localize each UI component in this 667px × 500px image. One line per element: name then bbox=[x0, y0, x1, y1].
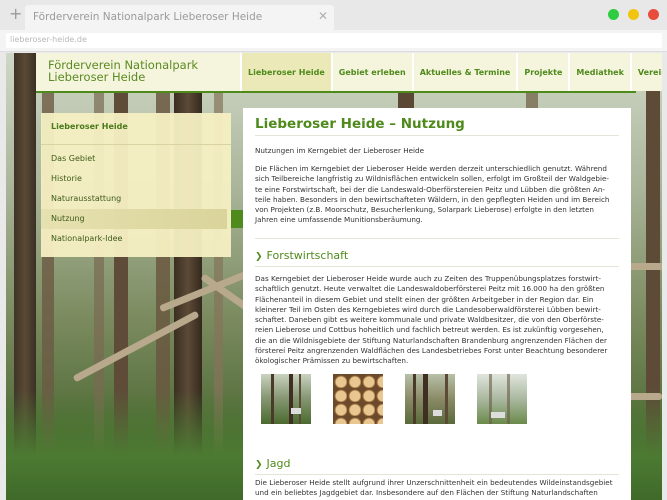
sidebar-item-naturausstattung[interactable]: Naturausstattung bbox=[41, 189, 231, 209]
paragraph-line: schaftlich genutzt. Heute verwaltet die … bbox=[255, 284, 605, 294]
intro-line: Die Flächen im Kerngebiet der Lieberoser… bbox=[255, 164, 607, 173]
paragraph-line: reien Lieberose und Cottbus hoheitlich u… bbox=[255, 325, 604, 335]
nav-projekte[interactable]: Projekte bbox=[516, 53, 569, 91]
photo-thumbnail-2[interactable] bbox=[333, 374, 383, 424]
browser-titlebar: + Förderverein Nationalpark Lieberoser H… bbox=[0, 0, 667, 30]
sidebar-item-nutzung[interactable]: Nutzung bbox=[41, 209, 227, 229]
paragraph-line: förstereí Peitz angrenzenden Waldflächen… bbox=[255, 346, 608, 356]
header-divider bbox=[36, 91, 636, 93]
page-subtitle: Nutzungen im Kerngebiet der Lieberoser H… bbox=[255, 146, 425, 155]
intro-line: teile haben. Besonders in den bewirtscha… bbox=[255, 194, 610, 204]
nav-mediathek[interactable]: Mediathek bbox=[568, 53, 630, 91]
chevron-right-icon: ❯ bbox=[255, 252, 263, 262]
sidebar-divider bbox=[41, 144, 231, 145]
nav-gebiet-erleben[interactable]: Gebiet erleben bbox=[330, 53, 412, 91]
browser-tab[interactable]: Förderverein Nationalpark Lieberoser Hei… bbox=[25, 5, 334, 30]
paragraph-line: Die Lieberoser Heide stellt aufgrund ihr… bbox=[255, 478, 613, 487]
paragraph-line: und ein beliebtes Jagdgebiet dar. Insbes… bbox=[255, 488, 598, 498]
intro-line: sich Teilbereiche langfristig zu Wildnis… bbox=[255, 174, 609, 184]
intro-line: Jahren eine umfassende Munitionsberäumun… bbox=[255, 215, 423, 225]
page-viewport: Förderverein Nationalpark Lieberoser Hei… bbox=[6, 53, 662, 500]
site-header: Förderverein Nationalpark Lieberoser Hei… bbox=[36, 53, 662, 91]
main-content-lower: ❯ Jagd Die Lieberoser Heide stellt aufgru… bbox=[243, 445, 631, 500]
intro-paragraph: Die Flächen im Kerngebiet der Lieberoser… bbox=[255, 164, 621, 226]
nav-verein[interactable]: Verein bbox=[629, 53, 662, 91]
chevron-right-icon: ❯ bbox=[255, 460, 263, 470]
url-text: lieberoser-heide.de bbox=[10, 35, 87, 44]
forstwirtschaft-paragraph: Das Kerngebiet der Lieberoser Heide wurd… bbox=[255, 274, 621, 367]
nav-lieberoser-heide[interactable]: Lieberoser Heide bbox=[240, 53, 331, 91]
sidebar-item-das-gebiet[interactable]: Das Gebiet bbox=[41, 149, 231, 169]
section-jagd[interactable]: ❯ Jagd bbox=[255, 457, 291, 470]
logo-line-2: Lieberoser Heide bbox=[48, 70, 146, 84]
close-tab-icon[interactable]: ✕ bbox=[318, 9, 328, 23]
section-title: Forstwirtschaft bbox=[266, 249, 349, 262]
sidebar-item-nationalpark-idee[interactable]: Nationalpark-Idee bbox=[41, 229, 231, 249]
paragraph-line: schaftet. Daneben gibt es weitere kommun… bbox=[255, 315, 604, 325]
new-tab-button[interactable]: + bbox=[9, 6, 22, 22]
section-title: Jagd bbox=[266, 457, 291, 470]
minimize-window-button[interactable] bbox=[628, 9, 639, 20]
section-divider bbox=[255, 238, 619, 239]
tab-title: Förderverein Nationalpark Lieberoser Hei… bbox=[33, 11, 263, 23]
section-divider bbox=[255, 474, 619, 475]
url-input[interactable]: lieberoser-heide.de bbox=[6, 33, 662, 48]
main-nav: Lieberoser Heide Gebiet erleben Aktuelle… bbox=[240, 53, 662, 91]
section-forstwirtschaft[interactable]: ❯ Forstwirtschaft bbox=[255, 249, 348, 262]
sidebar-title[interactable]: Lieberoser Heide bbox=[51, 122, 128, 131]
title-divider bbox=[255, 135, 619, 136]
intro-line: von Projekten (z.B. Moorschutz, Besucher… bbox=[255, 205, 594, 215]
close-window-button[interactable] bbox=[648, 9, 659, 20]
intro-line: te eine Forstwirtschaft, bei der die Lan… bbox=[255, 184, 605, 194]
paragraph-line: ökologischer Prämissen zu bewirtschaften… bbox=[255, 356, 409, 366]
page-title: Lieberoser Heide – Nutzung bbox=[255, 116, 465, 132]
sidebar-item-historie[interactable]: Historie bbox=[41, 169, 231, 189]
paragraph-line: die an die Wildnisgebiete der Stiftung N… bbox=[255, 335, 607, 345]
photo-thumbnail-1[interactable] bbox=[261, 374, 311, 424]
jagd-paragraph: Die Lieberoser Heide stellt aufgrund ihr… bbox=[255, 478, 621, 499]
photo-thumbnail-4[interactable] bbox=[477, 374, 527, 424]
sidebar: Lieberoser Heide Das Gebiet Historie Nat… bbox=[41, 113, 231, 257]
paragraph-line: Flächenanteil in diesem Gebiet und stell… bbox=[255, 294, 594, 304]
main-content: Lieberoser Heide – Nutzung Nutzungen im … bbox=[243, 108, 631, 500]
maximize-window-button[interactable] bbox=[608, 9, 619, 20]
photo-thumbnail-3[interactable] bbox=[405, 374, 455, 424]
active-item-marker bbox=[231, 210, 243, 228]
address-bar: lieberoser-heide.de bbox=[0, 30, 667, 52]
nav-aktuelles-termine[interactable]: Aktuelles & Termine bbox=[411, 53, 517, 91]
site-logo[interactable]: Förderverein Nationalpark Lieberoser Hei… bbox=[48, 59, 198, 83]
paragraph-line: Das Kerngebiet der Lieberoser Heide wurd… bbox=[255, 274, 602, 283]
section-divider bbox=[255, 266, 619, 267]
paragraph-line: kleinerer Teil im Osten des Kerngebietes… bbox=[255, 304, 601, 314]
